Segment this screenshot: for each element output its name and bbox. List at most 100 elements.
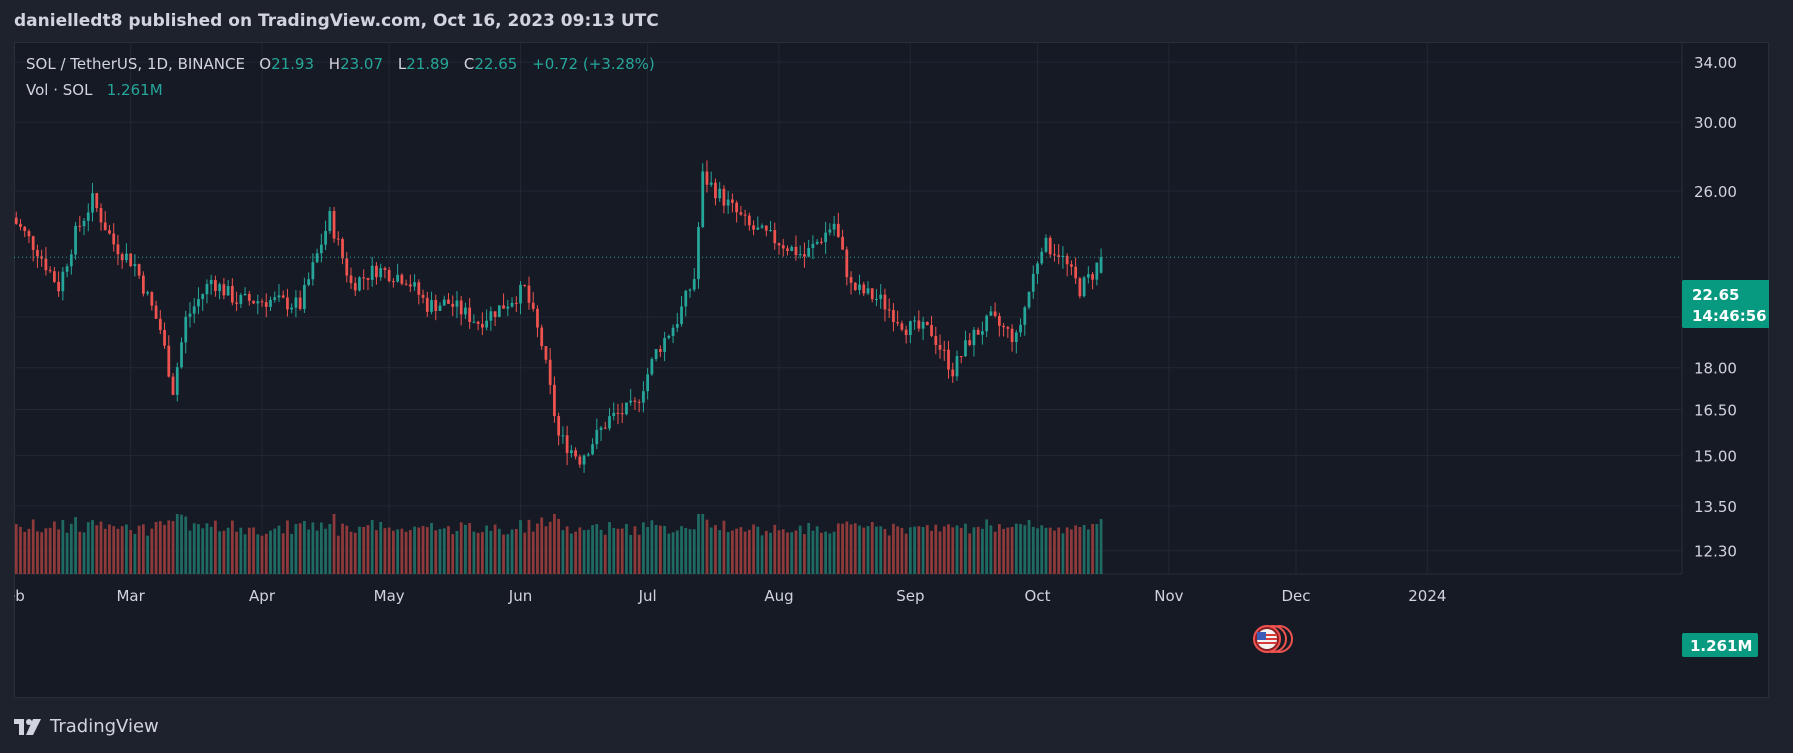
candle <box>985 314 989 338</box>
volume-bar <box>527 519 531 574</box>
candle <box>311 253 315 286</box>
volume-bar <box>362 527 366 574</box>
candle <box>485 309 488 331</box>
volume-bar <box>95 525 99 574</box>
volume-bar <box>133 533 137 574</box>
volume-bar <box>625 523 628 574</box>
volume-bar <box>612 527 616 574</box>
candle <box>578 454 582 468</box>
volume-bar <box>319 522 323 574</box>
candle <box>82 218 86 236</box>
candle <box>608 408 611 431</box>
brand-name: TradingView <box>50 716 159 737</box>
volume-bar <box>239 527 243 574</box>
volume-label[interactable]: Vol · SOL <box>26 81 92 99</box>
volume-bar <box>561 530 565 574</box>
candle <box>731 193 734 213</box>
candle <box>1014 330 1018 354</box>
volume-bar <box>188 530 192 574</box>
volume-bar <box>303 520 306 574</box>
symbol-title[interactable]: SOL / TetherUS, 1D, BINANCE <box>26 55 245 73</box>
candle <box>141 271 145 297</box>
volume-bar <box>824 531 827 574</box>
time-tick-label: Mar <box>116 587 145 605</box>
candle <box>192 298 196 324</box>
volume-bar <box>353 532 357 574</box>
candle <box>400 273 404 286</box>
volume-bar <box>1099 519 1103 574</box>
volume-bar <box>917 526 921 574</box>
volume-bar <box>392 530 395 574</box>
volume-bar <box>807 522 811 574</box>
volume-bar <box>48 527 52 574</box>
candle <box>981 321 984 345</box>
candle <box>1040 247 1044 266</box>
volume-bar <box>235 531 238 574</box>
candle <box>252 300 255 305</box>
volume-bar <box>243 534 247 574</box>
candle <box>57 271 60 297</box>
volume-bar <box>158 521 162 574</box>
candle <box>468 298 472 329</box>
candle <box>862 281 866 297</box>
candle <box>913 316 916 330</box>
candle <box>1065 253 1069 277</box>
chart-grid <box>14 42 1683 575</box>
volume-bar <box>69 523 73 574</box>
volume-bar <box>1002 528 1005 574</box>
candle <box>904 325 908 344</box>
volume-bar <box>430 522 433 574</box>
close-label: C <box>463 55 475 73</box>
candle <box>510 297 514 308</box>
volume-bar <box>697 514 700 574</box>
volume-bar <box>1070 529 1073 574</box>
candle <box>455 291 459 319</box>
candle <box>756 216 760 231</box>
volume-bar <box>108 524 111 574</box>
volume-bar <box>366 525 370 574</box>
candle <box>790 245 794 252</box>
candlestick-chart[interactable]: 34.0030.0026.0020.0018.0016.5015.0013.50… <box>14 42 1769 698</box>
candle <box>714 178 717 206</box>
volume-bar <box>633 526 637 574</box>
candle <box>44 246 48 276</box>
candle <box>247 290 251 306</box>
volume-bar <box>315 530 319 574</box>
candle <box>459 295 463 326</box>
volume-bar <box>1014 523 1018 574</box>
low-value: 21.89 <box>406 55 450 73</box>
candle <box>964 330 967 357</box>
candle <box>942 340 946 361</box>
volume-bar <box>167 520 171 574</box>
volume-bars <box>14 514 1103 574</box>
candle <box>370 256 374 287</box>
candle <box>836 212 840 238</box>
candle <box>697 222 700 289</box>
candle <box>362 269 366 290</box>
footer-brand[interactable]: TradingView <box>14 716 159 737</box>
last-volume-badge: 1.261M <box>1682 633 1758 657</box>
volume-bar <box>654 525 658 574</box>
volume-bar <box>294 524 298 574</box>
volume-bar <box>1040 525 1044 574</box>
candle <box>129 253 133 268</box>
candle <box>599 425 603 441</box>
price-tick-label: 26.00 <box>1694 183 1737 201</box>
volume-bar <box>459 522 463 574</box>
volume-bar <box>870 521 874 574</box>
volume-bar <box>230 520 234 574</box>
candle <box>1099 248 1103 274</box>
candle <box>629 388 633 406</box>
time-tick-label: Nov <box>1154 587 1183 605</box>
candle <box>692 268 696 292</box>
candle <box>955 350 959 381</box>
volume-bar <box>332 514 336 574</box>
candle <box>972 326 976 357</box>
candle <box>358 276 361 292</box>
candle <box>527 276 531 310</box>
volume-bar <box>565 526 569 574</box>
candle <box>150 291 154 311</box>
volume-bar <box>519 520 522 574</box>
candle <box>392 278 395 288</box>
candle <box>841 229 844 250</box>
